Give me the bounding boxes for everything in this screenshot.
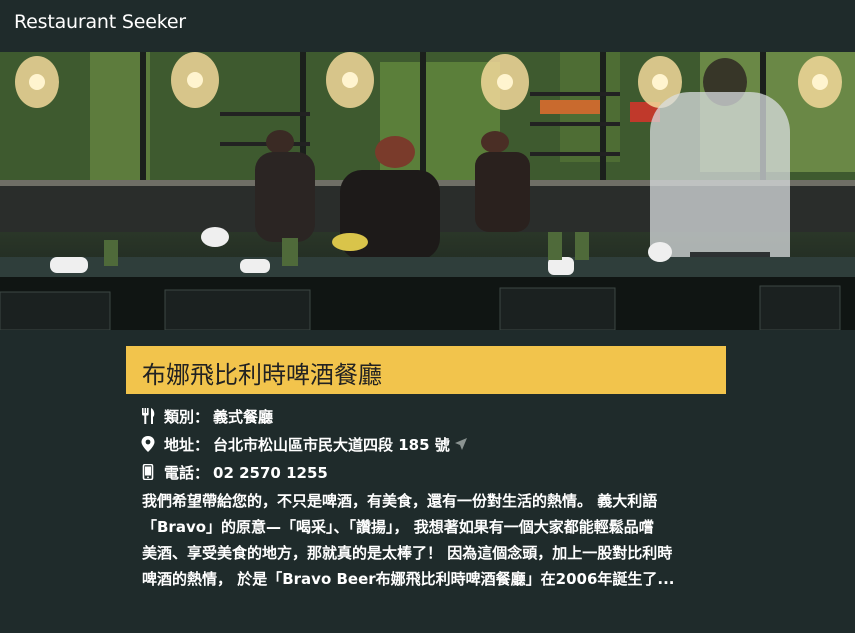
category-label: 類別： [164, 408, 210, 426]
address-row: 地址： 台北市松山區市民大道四段 185 號 [140, 434, 468, 455]
phone-label: 電話： [164, 464, 210, 482]
app-title[interactable]: Restaurant Seeker [14, 11, 186, 33]
top-navbar: Restaurant Seeker [0, 0, 855, 52]
description-line: 美酒、享受美食的地方，那就真的是太棒了！ 因為這個念頭，加上一股對比利時 [142, 544, 673, 562]
mobile-phone-icon [142, 464, 154, 480]
description-line: 「Bravo」的原意—「喝采」、「讚揚」， 我想著如果有一個大家都能輕鬆品嚐 [142, 518, 654, 536]
category-value: 義式餐廳 [213, 408, 274, 426]
restaurant-description: 我們希望帶給您的，不只是啤酒，有美食，還有一份對生活的熱情。 義大利語 「Bra… [142, 488, 712, 592]
restaurant-kitchen-photo [0, 52, 855, 330]
description-line: 啤酒的熱情， 於是「Bravo Beer布娜飛比利時啤酒餐廳」在2006年誕生了… [142, 570, 675, 588]
description-line: 我們希望帶給您的，不只是啤酒，有美食，還有一份對生活的熱情。 義大利語 [142, 492, 658, 510]
address-value[interactable]: 台北市松山區市民大道四段 185 號 [213, 436, 450, 454]
phone-row: 電話： 02 2570 1255 [140, 462, 328, 483]
map-marker-icon [141, 436, 155, 452]
category-row: 類別： 義式餐廳 [140, 406, 273, 427]
restaurant-name: 布娜飛比利時啤酒餐廳 [142, 361, 382, 389]
address-label: 地址： [164, 436, 210, 454]
phone-value[interactable]: 02 2570 1255 [213, 464, 328, 482]
restaurant-title-card: 布娜飛比利時啤酒餐廳 [126, 346, 726, 394]
location-arrow-icon[interactable] [454, 437, 468, 451]
utensils-icon [142, 408, 155, 424]
